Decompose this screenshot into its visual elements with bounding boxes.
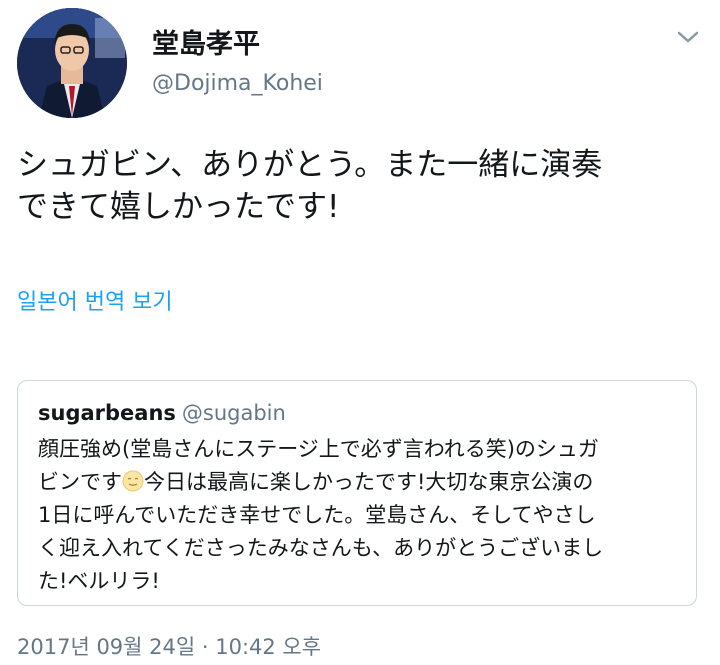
quoted-text-line: 顔圧強め(堂島さんにステージ上で必ず言われる笑)のシュガ (38, 437, 599, 461)
tweet-text-line: シュガビン、ありがとう。また一緒に演奏 (17, 147, 603, 183)
quoted-tweet-text: 顔圧強め(堂島さんにステージ上で必ず言われる笑)のシュガ ビンです 今日は最高に楽… (38, 433, 686, 598)
tweet-text-line: できて嬉しかったです! (17, 189, 340, 225)
tweet-text: シュガビン、ありがとう。また一緒に演奏 できて嬉しかったです! (17, 144, 707, 228)
quoted-user-handle: @sugabin (181, 401, 286, 425)
quoted-text-line: た!ベルリラ! (38, 569, 160, 593)
tweet-timestamp[interactable]: 2017년 09월 24일 · 10:42 오후 (17, 633, 321, 661)
display-name[interactable]: 堂島孝平 (152, 28, 260, 62)
user-handle[interactable]: @Dojima_Kohei (152, 70, 323, 98)
profile-photo-icon (17, 8, 127, 118)
quoted-display-name: sugarbeans (38, 401, 176, 425)
smiling-face-emoji-icon (122, 469, 144, 492)
quoted-text-line: 1日に呼んでいただき幸せでした。堂島さん、そしてやさし (38, 503, 596, 527)
quoted-tweet-header: sugarbeans @sugabin (38, 399, 286, 429)
chevron-down-icon[interactable] (676, 28, 700, 46)
quoted-tweet-card[interactable]: sugarbeans @sugabin 顔圧強め(堂島さんにステージ上で必ず言われ… (17, 380, 697, 606)
quoted-text-line: ビンです (38, 470, 122, 494)
avatar[interactable] (17, 8, 127, 118)
translate-link[interactable]: 일본어 번역 보기 (17, 288, 173, 318)
quoted-text-line: 今日は最高に楽しかったです!大切な東京公演の (144, 470, 594, 494)
quoted-text-line: く迎え入れてくださったみなさんも、ありがとうございまし (38, 536, 604, 560)
